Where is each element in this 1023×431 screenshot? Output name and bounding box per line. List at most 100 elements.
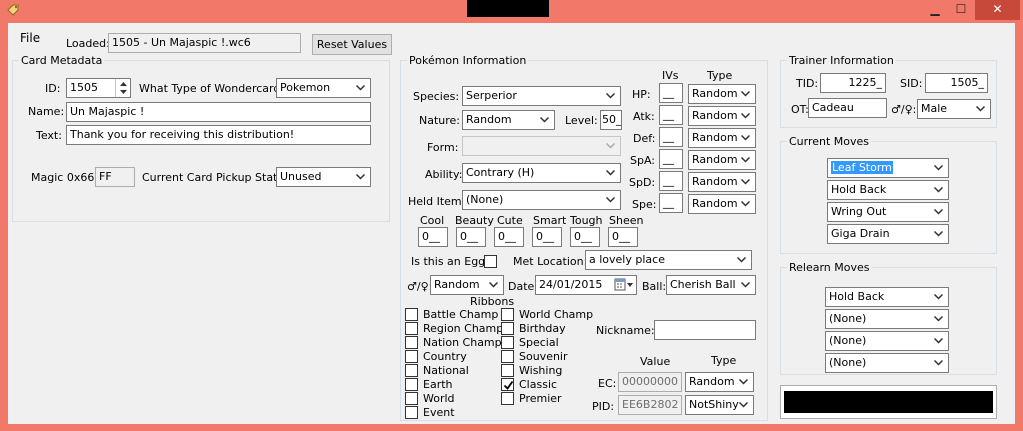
ot-field[interactable]: Cadeau [808,98,887,118]
ribbon-checkbox[interactable] [405,392,418,405]
iv-field-spa[interactable]: __ [659,149,683,169]
iv-field-def[interactable]: __ [659,127,683,147]
contest-field-smart[interactable]: 0__ [532,227,562,247]
contest-field-beauty[interactable]: 0__ [456,227,486,247]
tid-field[interactable]: 1225_ [820,73,886,93]
current-move-2-dropdown[interactable]: Hold Back [827,180,949,200]
minimize-button[interactable]: ▁ [922,0,948,20]
chevron-down-icon [934,203,944,221]
close-button[interactable]: ✕ [975,0,1020,20]
iv-field-spe[interactable]: __ [659,193,683,213]
nature-dropdown[interactable]: Random [462,110,555,130]
relearn-move-1-dropdown[interactable]: Hold Back [825,287,949,307]
iv-type-dropdown-hp[interactable]: Random [688,84,756,104]
file-menu[interactable]: File [20,32,40,45]
client-area: File Loaded: 1505 - Un Majaspic !.wc6 Re… [8,23,1015,424]
sid-field[interactable]: 1505_ [925,73,988,93]
iv-type-dropdown-spa[interactable]: Random [688,150,756,170]
nature-value: Random [466,113,512,126]
pkm-gender-dropdown[interactable]: Random [430,275,504,295]
met-location-dropdown[interactable]: a lovely place [585,250,752,270]
chevron-down-icon [934,332,944,350]
ribbon-checkbox[interactable] [501,322,514,335]
loaded-file-field: 1505 - Un Majaspic !.wc6 [108,33,301,53]
iv-type-dropdown-spe[interactable]: Random [688,194,756,214]
date-value: 24/01/2015 [539,278,603,291]
ribbon-checkbox[interactable] [405,378,418,391]
contest-field-sheen[interactable]: 0__ [608,227,638,247]
ribbon-checkbox[interactable] [405,308,418,321]
current-move-4-dropdown[interactable]: Giga Drain [827,224,949,244]
pid-type-dropdown[interactable]: NotShiny [685,395,754,415]
id-spinner[interactable] [115,79,130,97]
name-field[interactable]: Un Majaspic ! [66,102,371,122]
chevron-down-icon [606,191,616,209]
maximize-button[interactable]: ☐ [948,0,974,20]
ball-dropdown[interactable]: Cherish Ball [666,275,756,295]
relearn-move-3-value: (None) [829,334,867,347]
ribbon-checkbox[interactable] [405,406,418,419]
ribbon-checkbox[interactable] [501,336,514,349]
species-value: Serperior [466,89,517,102]
ability-value: Contrary (H) [466,166,535,179]
contest-label-tough: Tough [570,214,603,227]
text-field[interactable]: Thank you for receiving this distributio… [66,125,371,145]
relearn-move-3-dropdown[interactable]: (None) [825,331,949,351]
ribbon-checkbox[interactable] [501,364,514,377]
held-item-label: Held Item: [408,195,466,208]
iv-type-value-spa: Random [692,153,738,166]
ribbon-checkbox[interactable] [501,350,514,363]
chevron-down-icon [356,79,366,97]
iv-type-dropdown-spd[interactable]: Random [688,172,756,192]
trainer-gender-value: Male [921,102,948,115]
iv-field-spd[interactable]: __ [659,171,683,191]
contest-field-cool[interactable]: 0__ [418,227,448,247]
ribbon-checkbox[interactable] [501,308,514,321]
stat-label-def: Def: [633,132,656,145]
species-dropdown[interactable]: Serperior [462,86,621,106]
date-label: Date: [508,280,538,293]
relearn-move-2-dropdown[interactable]: (None) [825,309,949,329]
egg-checkbox[interactable] [484,255,497,268]
ribbon-label: Premier [519,392,562,405]
wondercard-type-dropdown[interactable]: Pokemon [276,78,371,98]
pickup-status-dropdown[interactable]: Unused [276,167,371,187]
pid-field[interactable]: EE6B2802 [618,395,682,415]
ribbon-checkbox[interactable] [405,364,418,377]
ribbon-checkbox[interactable] [501,392,514,405]
ec-field[interactable]: 00000000 [618,372,682,392]
ribbon-checkbox[interactable] [405,336,418,349]
stat-label-spd: SpD: [629,176,656,189]
form-dropdown[interactable] [462,136,621,156]
chevron-down-icon [606,137,616,155]
reset-values-button[interactable]: Reset Values [312,34,392,55]
ec-type-dropdown[interactable]: Random [685,372,754,392]
ability-dropdown[interactable]: Contrary (H) [462,163,621,183]
chevron-down-icon [741,107,751,125]
level-field[interactable]: 50_ [600,110,622,130]
trainer-gender-dropdown[interactable]: Male [917,99,991,119]
held-item-dropdown[interactable]: (None) [462,190,621,210]
iv-type-dropdown-atk[interactable]: Random [688,106,756,126]
contest-field-cute[interactable]: 0__ [494,227,524,247]
ribbon-checkbox[interactable] [405,322,418,335]
chevron-down-icon [739,396,749,414]
ribbon-checkbox-checked[interactable] [501,378,514,391]
nickname-field[interactable] [654,320,756,340]
ribbon-checkbox[interactable] [405,350,418,363]
contest-label-beauty: Beauty [455,214,494,227]
current-move-1-dropdown[interactable]: Leaf Storm [827,158,949,178]
iv-type-dropdown-def[interactable]: Random [688,128,756,148]
calendar-icon[interactable] [614,278,634,292]
pickup-status-label: Current Card Pickup Status: [142,171,294,184]
type2-header: Type [711,354,737,367]
relearn-move-4-dropdown[interactable]: (None) [825,353,949,373]
iv-field-hp[interactable]: __ [659,83,683,103]
contest-field-tough[interactable]: 0__ [570,227,600,247]
current-move-3-dropdown[interactable]: Wring Out [827,202,949,222]
ribbon-label: Wishing [519,364,563,377]
ribbon-label: Earth [423,378,453,391]
chevron-down-icon [934,181,944,199]
chevron-down-icon [741,151,751,169]
iv-field-atk[interactable]: __ [659,105,683,125]
